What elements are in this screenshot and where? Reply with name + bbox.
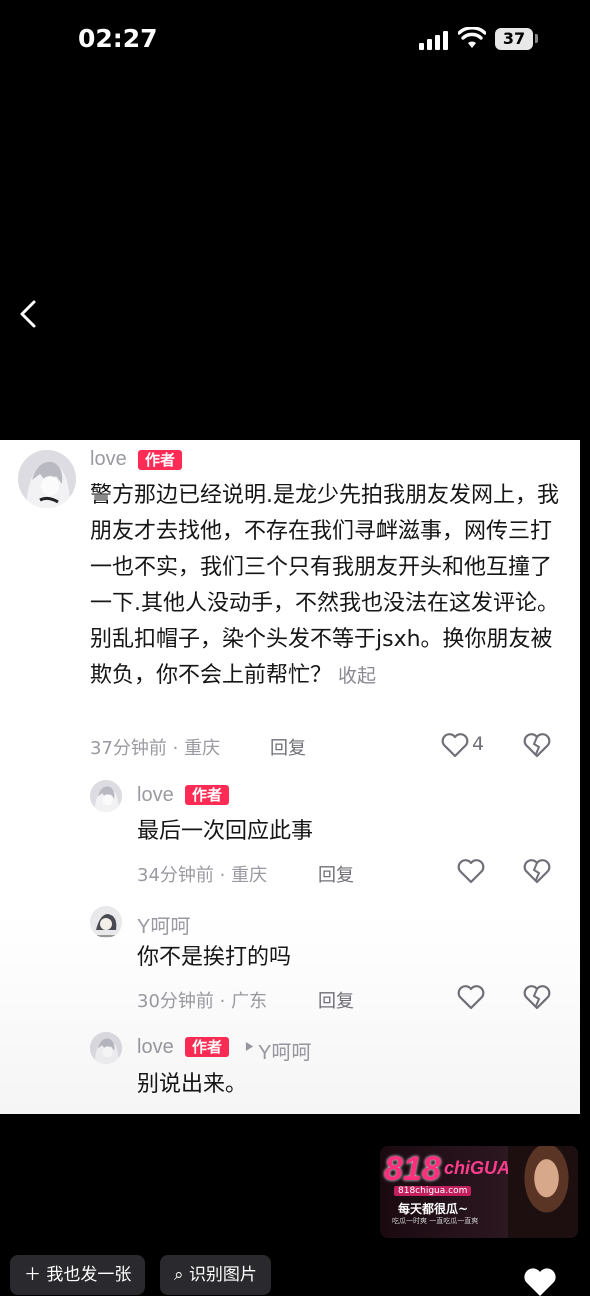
author-badge: 作者 [138, 450, 183, 470]
identify-image-label: 识别图片 [188, 1265, 257, 1285]
status-time: 02:27 [78, 24, 158, 53]
like-heart-icon[interactable] [457, 858, 485, 884]
dislike-broken-heart-icon[interactable] [523, 984, 551, 1010]
reply-text: 别说出来。 [137, 1072, 248, 1097]
author-badge: 作者 [185, 785, 230, 805]
cellular-signal-icon [419, 30, 451, 50]
reply-location: 重庆 [231, 865, 268, 886]
scan-icon: ⌕ [174, 1265, 189, 1285]
avatar[interactable] [90, 780, 122, 812]
like-count: 4 [472, 733, 485, 755]
reply-to-username[interactable]: Y呵呵 [258, 1036, 311, 1065]
comment-card: love 作者 警方那边已经说明.是龙少先拍我朋友发网上，我朋友才去找他，不存在… [0, 440, 580, 1114]
like-heart-icon[interactable] [520, 1266, 560, 1296]
meta-separator: · [219, 991, 226, 1012]
watermark-logo-suffix: chiGUA [444, 1158, 511, 1178]
avatar[interactable] [90, 1032, 122, 1064]
comment-text-content: 警方那边已经说明.是龙少先拍我朋友发网上，我朋友才去找他，不存在我们寻衅滋事，网… [90, 483, 559, 688]
plus-icon: ＋ [24, 1265, 47, 1285]
watermark-small-text: 吃瓜一时爽 一直吃瓜一直爽 [392, 1217, 479, 1225]
comment-time: 37分钟前 [90, 738, 167, 759]
post-image-button[interactable]: ＋ 我也发一张 [10, 1255, 146, 1295]
watermark-banner: 818 chiGUA 818chigua.com 每天都很瓜~ 吃瓜一时爽 一直… [380, 1146, 578, 1238]
identify-image-button[interactable]: ⌕ 识别图片 [160, 1255, 271, 1295]
reply-text: 你不是挨打的吗 [137, 945, 292, 970]
reply-button[interactable]: 回复 [318, 861, 354, 887]
meta-separator: · [172, 738, 179, 759]
like-heart-icon[interactable] [441, 732, 469, 758]
back-arrow-icon[interactable] [14, 296, 44, 332]
reply-location: 广东 [231, 991, 268, 1012]
comment-text: 警方那边已经说明.是龙少先拍我朋友发网上，我朋友才去找他，不存在我们寻衅滋事，网… [90, 478, 562, 694]
reply-time: 34分钟前 [137, 865, 214, 886]
status-bar: 02:27 37 [0, 0, 590, 80]
comment-meta: 37分钟前 · 重庆 [90, 734, 220, 760]
reply-username[interactable]: love [137, 784, 174, 807]
reply-meta: 34分钟前 · 重庆 [137, 861, 267, 887]
reply-arrow-icon [245, 1042, 254, 1051]
avatar[interactable] [90, 906, 122, 938]
reply-username[interactable]: Y呵呵 [137, 910, 190, 939]
battery-tip [535, 34, 538, 43]
reply-button[interactable]: 回复 [318, 987, 354, 1013]
comment-location: 重庆 [184, 738, 221, 759]
watermark-url: 818chigua.com [394, 1186, 472, 1196]
reply-username[interactable]: love [137, 1036, 174, 1059]
dislike-broken-heart-icon[interactable] [523, 732, 551, 758]
reply-meta: 30分钟前 · 广东 [137, 987, 267, 1013]
reply-text: 最后一次回应此事 [137, 819, 314, 844]
watermark-photo [508, 1146, 578, 1238]
watermark-logo: 818 [384, 1150, 441, 1188]
reply-button[interactable]: 回复 [270, 734, 306, 760]
like-heart-icon[interactable] [457, 984, 485, 1010]
avatar[interactable] [18, 450, 76, 508]
author-badge: 作者 [185, 1037, 230, 1057]
watermark-slogan: 每天都很瓜~ [398, 1202, 469, 1216]
reply-time: 30分钟前 [137, 991, 214, 1012]
meta-separator: · [219, 865, 226, 886]
wifi-icon [458, 27, 486, 48]
collapse-link[interactable]: 收起 [338, 665, 376, 687]
post-image-label: 我也发一张 [46, 1265, 132, 1285]
comment-username[interactable]: love [90, 448, 127, 471]
battery-icon: 37 [495, 28, 533, 50]
dislike-broken-heart-icon[interactable] [523, 858, 551, 884]
